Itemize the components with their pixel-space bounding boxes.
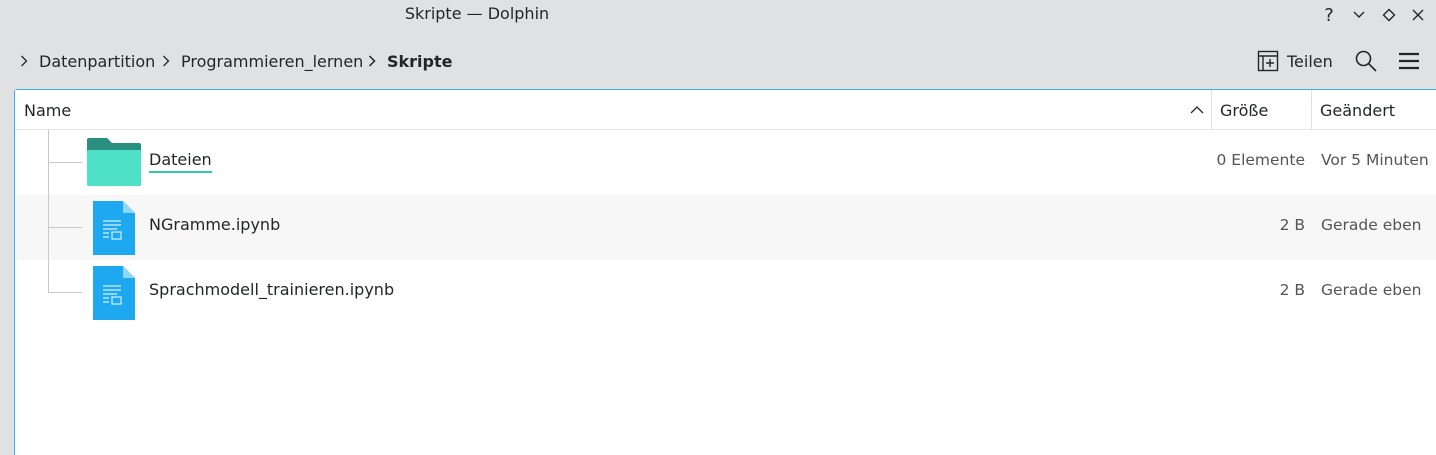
close-icon (1412, 9, 1424, 21)
breadcrumb-item-programmieren-lernen[interactable]: Programmieren_lernen (162, 50, 363, 72)
file-row-dateien[interactable]: Dateien 0 Elemente Vor 5 Minuten (16, 130, 1436, 195)
file-view[interactable]: Name Größe Geändert Dateien 0 Elemente V… (14, 89, 1436, 455)
minimize-button[interactable] (1347, 3, 1371, 27)
file-row-sprachmodell[interactable]: Sprachmodell_trainieren.ipynb 2 B Gerade… (16, 260, 1436, 325)
document-icon (93, 266, 135, 324)
help-icon: ? (1324, 4, 1334, 26)
share-button[interactable]: Teilen (1257, 48, 1333, 74)
file-row-ngramme[interactable]: NGramme.ipynb 2 B Gerade eben (16, 195, 1436, 260)
toolbar: Datenpartition Programmieren_lernen Skri… (0, 32, 1436, 88)
sort-ascending-indicator (1190, 90, 1204, 130)
column-separator[interactable] (1311, 90, 1312, 130)
tree-line-horizontal (48, 162, 82, 163)
breadcrumb-label: Skripte (387, 51, 453, 71)
document-icon (93, 201, 135, 259)
search-button[interactable] (1354, 48, 1378, 74)
column-header: Name Größe Geändert (15, 90, 1436, 130)
menu-button[interactable] (1397, 48, 1421, 74)
tree-line-horizontal (48, 292, 82, 293)
tree-line-vertical (48, 130, 49, 292)
column-size-label: Größe (1220, 100, 1269, 120)
minimize-icon (1353, 11, 1365, 18)
file-modified: Gerade eben (1321, 216, 1422, 234)
column-header-modified[interactable]: Geändert (1320, 90, 1395, 130)
chevron-right-icon (20, 54, 30, 68)
share-icon (1257, 50, 1279, 72)
breadcrumb-label: Programmieren_lernen (181, 51, 364, 71)
breadcrumb-item-datenpartition[interactable]: Datenpartition (20, 50, 155, 72)
folder-icon (87, 138, 141, 190)
window-title: Skripte — Dolphin (404, 4, 550, 23)
maximize-icon (1382, 8, 1396, 22)
file-name: Dateien (149, 150, 212, 173)
help-button[interactable]: ? (1317, 3, 1341, 27)
hamburger-menu-icon (1399, 52, 1419, 70)
file-size: 2 B (1279, 281, 1305, 299)
column-header-name[interactable]: Name (24, 90, 71, 130)
title-bar[interactable]: Skripte — Dolphin ? (0, 0, 1436, 32)
breadcrumb-item-skripte[interactable]: Skripte (368, 50, 453, 72)
column-name-label: Name (24, 100, 72, 120)
close-button[interactable] (1406, 3, 1430, 27)
tree-line-horizontal (48, 227, 82, 228)
file-modified: Vor 5 Minuten (1321, 151, 1429, 169)
share-label: Teilen (1287, 51, 1333, 71)
file-size: 2 B (1279, 216, 1305, 234)
maximize-button[interactable] (1377, 3, 1401, 27)
file-size: 0 Elemente (1216, 151, 1306, 169)
file-modified: Gerade eben (1321, 281, 1422, 299)
search-icon (1355, 50, 1377, 72)
chevron-up-icon (1190, 106, 1204, 114)
file-name: NGramme.ipynb (149, 215, 281, 234)
breadcrumb-label: Datenpartition (39, 51, 156, 71)
column-separator[interactable] (1211, 90, 1212, 130)
column-header-size[interactable]: Größe (1220, 90, 1268, 130)
chevron-right-icon (162, 54, 172, 68)
column-modified-label: Geändert (1320, 100, 1396, 120)
file-name: Sprachmodell_trainieren.ipynb (149, 280, 395, 299)
chevron-right-icon (368, 54, 378, 68)
